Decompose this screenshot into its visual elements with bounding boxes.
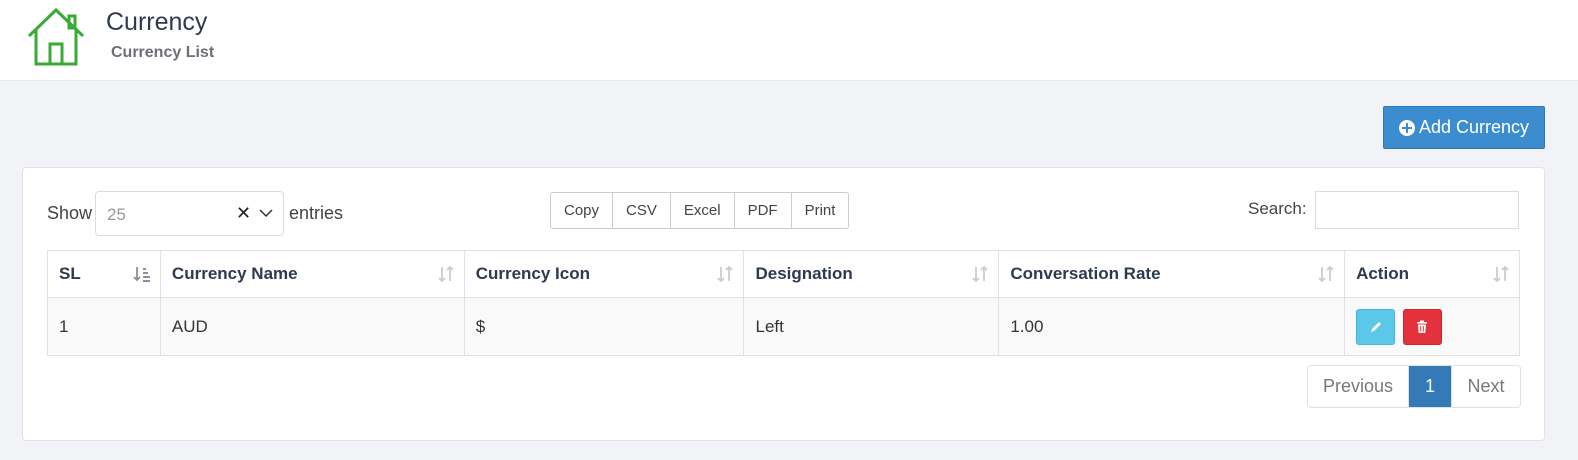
sort-icon	[1493, 265, 1509, 283]
page-length-value: 25	[107, 205, 126, 224]
column-header-conversation-rate[interactable]: Conversation Rate	[998, 250, 1346, 298]
table-header-row: SL Currency Name Currency Icon Designati…	[47, 250, 1520, 298]
pagination-next[interactable]: Next	[1451, 366, 1520, 407]
column-header-currency-icon[interactable]: Currency Icon	[463, 250, 745, 298]
chevron-down-icon[interactable]	[259, 206, 273, 220]
sort-asc-icon	[133, 267, 150, 282]
page-subtitle: Currency List	[111, 44, 215, 61]
column-header-action[interactable]: Action	[1344, 250, 1520, 298]
pagination-previous[interactable]: Previous	[1308, 366, 1409, 407]
cell-sl: 1	[47, 297, 161, 356]
cell-currency-name: AUD	[159, 297, 465, 356]
excel-button[interactable]: Excel	[671, 193, 735, 228]
column-header-label: Action	[1356, 264, 1409, 283]
home-icon	[27, 7, 85, 66]
clear-icon[interactable]: ✕	[236, 203, 251, 224]
cell-conversation-rate: 1.00	[998, 297, 1346, 356]
currency-table: SL Currency Name Currency Icon Designati…	[47, 250, 1520, 356]
search-input[interactable]	[1315, 191, 1519, 229]
trash-icon	[1417, 320, 1428, 333]
column-header-label: SL	[59, 264, 81, 283]
pagination-page-1[interactable]: 1	[1409, 366, 1451, 407]
edit-button[interactable]	[1356, 308, 1396, 345]
add-currency-button[interactable]: Add Currency	[1383, 106, 1545, 149]
export-button-group: Copy CSV Excel PDF Print	[550, 192, 850, 229]
page-title: Currency	[106, 8, 208, 36]
page-header: Currency Currency List	[0, 0, 1578, 81]
column-header-currency-name[interactable]: Currency Name	[159, 250, 465, 298]
plus-circle-icon	[1398, 119, 1415, 136]
cell-action	[1344, 297, 1520, 356]
pagination: Previous 1 Next	[1307, 365, 1521, 408]
cell-currency-icon: $	[463, 297, 745, 356]
csv-button[interactable]: CSV	[613, 193, 671, 228]
column-header-label: Currency Icon	[475, 264, 590, 283]
pdf-button[interactable]: PDF	[735, 193, 792, 228]
column-header-label: Conversation Rate	[1010, 264, 1161, 283]
sort-icon	[438, 265, 454, 283]
sort-icon	[717, 265, 734, 283]
column-header-designation[interactable]: Designation	[743, 250, 1000, 298]
column-header-label: Designation	[755, 264, 853, 283]
add-currency-label: Add Currency	[1418, 117, 1530, 137]
pencil-icon	[1370, 321, 1381, 332]
copy-button[interactable]: Copy	[551, 193, 614, 228]
sort-icon	[972, 265, 988, 283]
print-button[interactable]: Print	[792, 193, 849, 228]
sort-icon	[1318, 265, 1334, 283]
delete-button[interactable]	[1402, 308, 1442, 345]
show-label: Show	[47, 203, 93, 223]
column-header-sl[interactable]: SL	[47, 250, 161, 298]
search-label: Search:	[1248, 199, 1307, 218]
table-row: 1 AUD $ Left 1.00	[47, 297, 1520, 356]
cell-designation: Left	[743, 297, 1000, 356]
page-length-select[interactable]: 25 ✕	[95, 191, 284, 236]
entries-label: entries	[289, 203, 344, 223]
column-header-label: Currency Name	[171, 264, 298, 283]
